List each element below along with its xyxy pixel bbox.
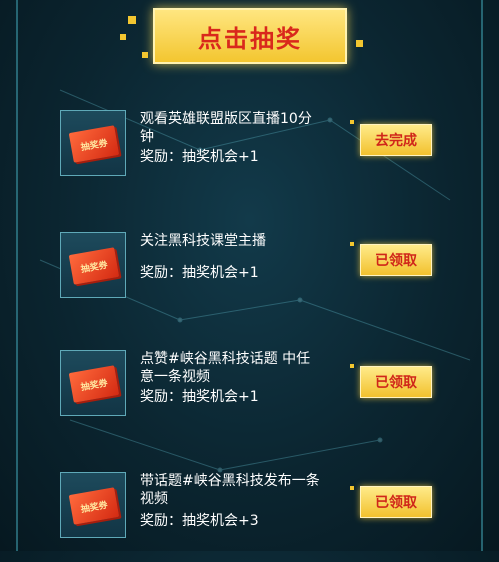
header-accent-square [142,52,148,58]
task-item: 抽奖券 观看英雄联盟版区直播10分钟 奖励：抽奖机会+1 去完成 [0,110,499,200]
ticket-icon: 抽奖券 [60,350,126,416]
header-accent-square [120,34,126,40]
task-item: 抽奖券 关注黑科技课堂主播 奖励：抽奖机会+1 已领取 [0,232,499,322]
header-banner: 点击抽奖 [153,8,347,64]
header-accent-square [356,40,363,47]
task-reward: 奖励：抽奖机会+1 [140,389,259,405]
task-action-button[interactable]: 已领取 [360,486,432,518]
ticket-icon: 抽奖券 [60,472,126,538]
task-action-button[interactable]: 已领取 [360,244,432,276]
task-title: 关注黑科技课堂主播 [140,233,266,249]
task-title: 观看英雄联盟版区直播10分钟 [140,111,312,145]
ticket-icon: 抽奖券 [60,110,126,176]
task-title: 带话题#峡谷黑科技发布一条视频 [140,473,320,507]
task-item: 抽奖券 带话题#峡谷黑科技发布一条视频 奖励：抽奖机会+3 已领取 [0,472,499,562]
task-item: 抽奖券 点赞#峡谷黑科技话题 中任意一条视频 奖励：抽奖机会+1 已领取 [0,350,499,440]
task-action-button[interactable]: 已领取 [360,366,432,398]
button-accent-dot [350,364,354,368]
button-accent-dot [350,120,354,124]
task-reward: 奖励：抽奖机会+3 [140,513,259,529]
task-title: 点赞#峡谷黑科技话题 中任意一条视频 [140,351,311,385]
button-accent-dot [350,242,354,246]
task-reward: 奖励：抽奖机会+1 [140,265,259,281]
page-title: 点击抽奖 [198,24,302,53]
ticket-icon: 抽奖券 [60,232,126,298]
task-action-button[interactable]: 去完成 [360,124,432,156]
button-accent-dot [350,486,354,490]
task-reward: 奖励：抽奖机会+1 [140,149,259,165]
header-accent-square [128,16,136,24]
